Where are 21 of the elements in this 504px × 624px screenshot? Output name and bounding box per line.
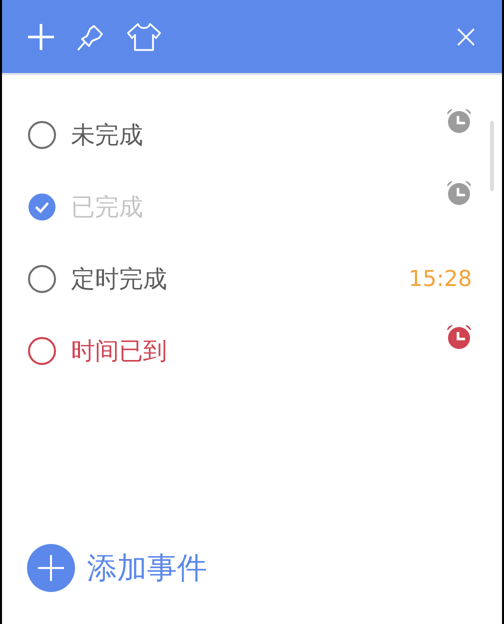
close-button[interactable]: [456, 26, 476, 46]
close-icon: [456, 26, 476, 46]
task-title: 时间已到: [71, 336, 167, 367]
reminder-time: 15:28: [408, 266, 472, 292]
task-title: 已完成: [71, 192, 143, 223]
t-shirt-icon: [126, 22, 162, 52]
task-checkbox[interactable]: [27, 264, 57, 294]
alarm-clock-icon: [446, 324, 472, 350]
task-title: 未完成: [71, 120, 143, 151]
add-icon: [26, 22, 56, 52]
task-checkbox[interactable]: [27, 336, 57, 366]
alarm-clock-icon: [446, 180, 472, 206]
add-event-button[interactable]: 添加事件: [27, 544, 207, 592]
scrollbar[interactable]: [490, 121, 494, 191]
alarm-clock-icon: [446, 108, 472, 134]
add-button[interactable]: [26, 22, 56, 52]
task-checkbox[interactable]: [27, 192, 57, 222]
task-title: 定时完成: [71, 264, 167, 295]
add-icon: [27, 544, 75, 592]
task-checkbox[interactable]: [27, 120, 57, 150]
skin-button[interactable]: [126, 22, 162, 52]
